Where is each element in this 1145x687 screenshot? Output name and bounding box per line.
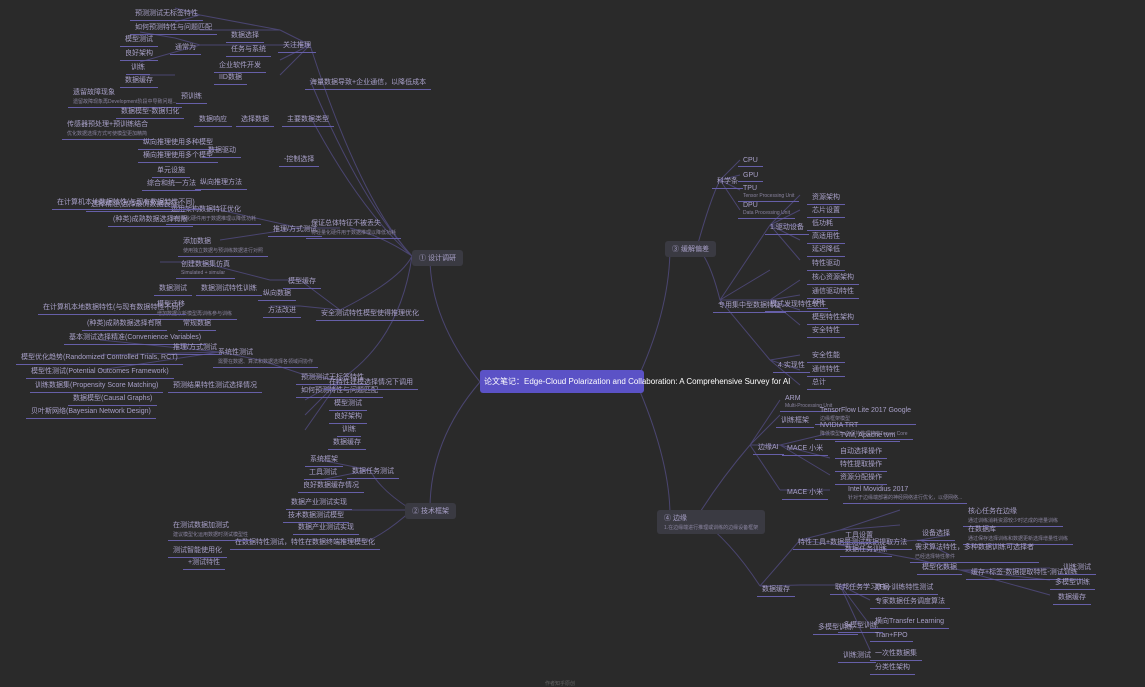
n: 数据测试 xyxy=(154,281,192,296)
n: 数据响应 xyxy=(194,112,232,127)
n: 数据-训练特性测试 xyxy=(870,580,938,595)
n: 推理/方式测试 xyxy=(268,222,322,237)
n: 总计 xyxy=(807,375,831,390)
center-node[interactable]: 论文笔记：Edge-Cloud Polarization and Collabo… xyxy=(480,370,644,393)
branch-design[interactable]: ① 设计调研 xyxy=(412,250,463,266)
n: 模型测试 xyxy=(120,32,158,47)
n: 添加数据使用独立数据与预训练数据进行对照 xyxy=(178,234,268,257)
n: 数据选择 xyxy=(226,28,264,43)
n: MACE 小米 xyxy=(782,441,828,456)
branch-edge[interactable]: ④ 边缘1.在边缘端进行推理或训练的边缘设备框架 xyxy=(657,510,765,534)
n: 核心资源架构 xyxy=(807,270,859,285)
n: 任务与系统 xyxy=(226,42,271,57)
n: 专家数据任务调度算法 xyxy=(870,594,950,609)
n: GPU xyxy=(738,170,763,182)
n: 数据驱动 xyxy=(203,143,241,158)
branch-tech[interactable]: ② 技术框架 xyxy=(405,503,456,519)
n: MACE 小米 xyxy=(782,485,828,500)
n: 主要数据类型 xyxy=(282,112,334,127)
n: 良好架构 xyxy=(120,46,158,61)
n: DPUData Processing Unit xyxy=(738,200,795,219)
n: 常规数据 xyxy=(178,316,216,331)
n: -控制选择 xyxy=(279,152,319,167)
n: 纵向推理方法 xyxy=(195,175,247,190)
n: Tran+FPO xyxy=(870,630,913,642)
n: 数据任务测试 xyxy=(347,464,399,479)
n: 训练框架 xyxy=(776,413,814,428)
n: 多模型训练 xyxy=(1050,575,1095,590)
n: 数据任务训练 xyxy=(840,542,892,557)
n: 方法改进 xyxy=(263,303,301,318)
n: 安全性能 xyxy=(807,348,845,363)
n: IID数据 xyxy=(214,70,247,85)
n: 预测结果特性测试选择情况 xyxy=(168,378,262,393)
n: 数据产业测试实现 xyxy=(293,520,359,535)
n: 数据测试特性训练 xyxy=(196,281,262,296)
n: 特性驱动 xyxy=(807,256,845,271)
n: 一次性数据集 xyxy=(870,646,922,661)
n: 1.驱动设备 xyxy=(765,220,809,235)
n: 在计算机本地数据特性(与现有数据特性不同) xyxy=(38,300,186,315)
n: CPU xyxy=(738,155,763,167)
n: 海量数据导致+企业通信，以降低成本 xyxy=(305,75,431,90)
n: 预训练 xyxy=(176,89,207,104)
n: 模型性测试(Potential Outcomes Framework) xyxy=(26,364,174,379)
n: 预测测试无标签特性 xyxy=(130,6,203,21)
n: 贝叶斯网络(Bayesian Network Design) xyxy=(26,404,156,419)
n: 数据缓存 xyxy=(1053,590,1091,605)
n: API xyxy=(807,297,828,309)
n: 安全测试特性模型使得推理优化 xyxy=(316,306,424,321)
branch-mitigate[interactable]: ③ 缓解偏差 xyxy=(665,241,716,257)
n: 横向Transfer Learning xyxy=(870,614,949,629)
n: 在特性建模选择情况下调用 xyxy=(324,375,418,390)
n xyxy=(342,505,352,510)
n: 通常为 xyxy=(170,40,201,55)
n: Intel Movidius 2017针对于边缘端部署的神经网络进行优化，以便网… xyxy=(843,484,967,504)
n: 4.实现性 xyxy=(773,358,810,373)
n: (种类)成熟数据选择有限 xyxy=(108,212,193,227)
n: 系统性测试需要在数据、算法和数据选择各领域间协作 xyxy=(213,345,318,368)
n: 综合和统一方法 xyxy=(142,176,201,191)
n: (种类)成熟数据选择有限 xyxy=(82,316,167,331)
n: +测试特性 xyxy=(183,555,225,570)
n: 延迟降低 xyxy=(807,242,845,257)
n: 数据缓存 xyxy=(328,435,366,450)
n: 分类性架构 xyxy=(870,660,915,675)
n: 模型化数据 xyxy=(917,560,962,575)
n: 在测试数据加测式建议模型化运用数据时测试模型性 xyxy=(168,518,253,541)
n: 良好数据缓存情况 xyxy=(298,478,364,493)
n: 模型优化趋势(Randomized Controlled Trials, RCT… xyxy=(16,350,183,365)
n: 训练测试 xyxy=(1058,560,1096,575)
n: 纵向数据 xyxy=(258,286,296,301)
n: 选择数据 xyxy=(236,112,274,127)
n: 数据缓存 xyxy=(757,582,795,597)
n: 创建数据集仿真Simulated + simular xyxy=(176,257,235,279)
n: 安全特性 xyxy=(807,323,845,338)
n: 边缘AI xyxy=(753,440,784,455)
n: 资源分配操作 xyxy=(835,470,887,485)
n: TVM, Apache tvm xyxy=(835,430,900,442)
n: 在计算机本地数据特性(与现有数据特性不同) xyxy=(52,195,200,210)
n: 设备选择 xyxy=(917,526,955,541)
n: 关注推理 xyxy=(278,38,316,53)
n: 工具设置 xyxy=(840,528,878,543)
